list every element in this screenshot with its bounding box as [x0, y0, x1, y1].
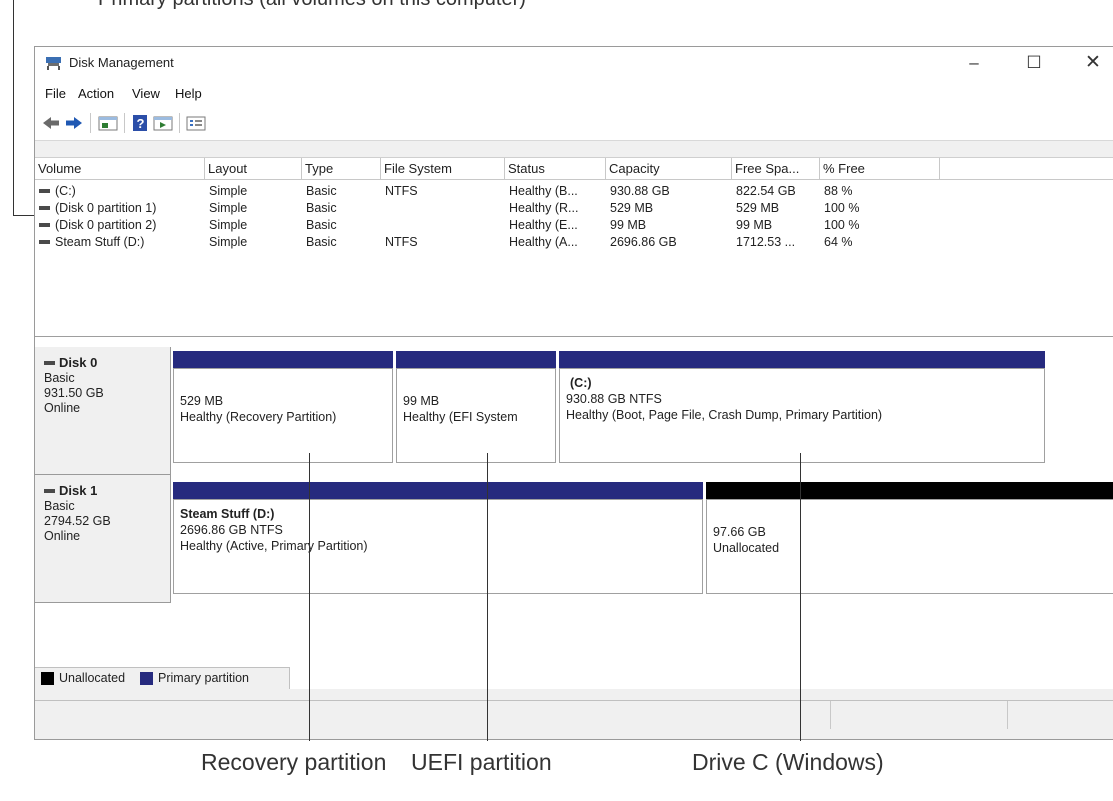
toolbar-separator: [179, 113, 180, 133]
status-divider: [830, 701, 831, 729]
free-space-cell: 822.54 GB: [736, 184, 796, 198]
top-callout-line: [13, 0, 14, 216]
column-header-capacity[interactable]: Capacity: [606, 158, 732, 180]
status-cell: Healthy (A...: [509, 235, 578, 249]
partition-bar: [173, 351, 393, 368]
type-cell: Basic: [306, 201, 337, 215]
status-cell: Healthy (R...: [509, 201, 579, 215]
legend-swatch-primary: [140, 672, 153, 685]
top-callout-line-h: [13, 215, 35, 216]
percent-free-cell: 64 %: [824, 235, 853, 249]
layout-cell: Simple: [209, 184, 248, 198]
column-header-file-system[interactable]: File System: [381, 158, 505, 180]
partition-bar: [396, 351, 556, 368]
svg-text:?: ?: [137, 116, 145, 131]
volume-cell[interactable]: (Disk 0 partition 2): [39, 218, 156, 232]
volume-icon: [39, 222, 50, 227]
legend-label-unallocated: Unallocated: [59, 671, 126, 685]
column-header-layout[interactable]: Layout: [205, 158, 302, 180]
forward-arrow-icon[interactable]: [64, 114, 84, 132]
drive-c-callout-line: [800, 453, 801, 741]
c-drive-partition[interactable]: (C:) 930.88 GB NTFS Healthy (Boot, Page …: [559, 368, 1045, 463]
close-button[interactable]: ✕: [1071, 49, 1113, 77]
menu-action[interactable]: Action: [78, 86, 114, 101]
toolbar-separator: [90, 113, 91, 133]
percent-free-cell: 100 %: [824, 201, 860, 215]
volume-cell[interactable]: (C:): [39, 184, 76, 198]
status-cell: Healthy (B...: [509, 184, 578, 198]
maximize-button[interactable]: ☐: [1012, 49, 1056, 77]
partition-bar: [559, 351, 1045, 368]
type-cell: Basic: [306, 235, 337, 249]
back-arrow-icon[interactable]: [41, 114, 61, 132]
recovery-partition[interactable]: 529 MB Healthy (Recovery Partition): [173, 368, 393, 463]
volume-cell[interactable]: Steam Stuff (D:): [39, 235, 144, 249]
title-bar: Disk Management – ☐ ✕: [35, 47, 1113, 81]
disk-management-icon: [46, 57, 61, 70]
efi-system-partition[interactable]: 99 MB Healthy (EFI System: [396, 368, 556, 463]
percent-free-cell: 88 %: [824, 184, 853, 198]
disk-1-info[interactable]: Disk 1 Basic 2794.52 GB Online: [35, 475, 171, 603]
capacity-cell: 930.88 GB: [610, 184, 670, 198]
toolbar: ?: [35, 107, 1113, 141]
partition-bar: [173, 482, 703, 499]
legend-swatch-unallocated: [41, 672, 54, 685]
column-header-volume[interactable]: Volume: [35, 158, 205, 180]
drive-c-callout: Drive C (Windows): [692, 749, 884, 775]
menu-view[interactable]: View: [132, 86, 160, 101]
file-system-cell: NTFS: [385, 184, 418, 198]
top-callout-label: Primary partitions (all volumes on this …: [98, 0, 526, 11]
column-header-type[interactable]: Type: [302, 158, 381, 180]
properties-icon[interactable]: [153, 114, 173, 132]
help-icon[interactable]: ?: [132, 114, 148, 132]
status-bar: [35, 700, 1113, 729]
disk-0-info[interactable]: Disk 0 Basic 931.50 GB Online: [35, 347, 171, 475]
volume-icon: [39, 188, 50, 193]
column-header-status[interactable]: Status: [505, 158, 606, 180]
list-view-icon[interactable]: [186, 114, 206, 132]
column-header-percent-free[interactable]: % Free: [820, 158, 940, 180]
column-header-empty: [940, 158, 1113, 180]
window-title: Disk Management: [69, 55, 174, 70]
status-cell: Healthy (E...: [509, 218, 578, 232]
uefi-callout-line: [487, 453, 488, 741]
free-space-cell: 529 MB: [736, 201, 780, 215]
status-divider: [1007, 701, 1008, 729]
type-cell: Basic: [306, 184, 337, 198]
type-cell: Basic: [306, 218, 337, 232]
recovery-callout-line: [309, 453, 310, 741]
free-space-cell: 1712.53 ...: [736, 235, 796, 249]
volume-icon: [39, 239, 50, 244]
legend-label-primary: Primary partition: [158, 671, 249, 685]
console-tree-icon[interactable]: [98, 114, 118, 132]
capacity-cell: 99 MB: [610, 218, 647, 232]
volume-cell[interactable]: (Disk 0 partition 1): [39, 201, 156, 215]
capacity-cell: 2696.86 GB: [610, 235, 677, 249]
percent-free-cell: 100 %: [824, 218, 860, 232]
unallocated-bar: [706, 482, 1113, 499]
disk-icon: [44, 360, 55, 365]
menu-bar: File Action View Help: [35, 81, 1113, 107]
volume-icon: [39, 205, 50, 210]
steam-stuff-partition[interactable]: Steam Stuff (D:) 2696.86 GB NTFS Healthy…: [173, 499, 703, 594]
layout-cell: Simple: [209, 218, 248, 232]
file-system-cell: NTFS: [385, 235, 418, 249]
volume-list: Volume Layout Type File System Status Ca…: [35, 157, 1113, 337]
minimize-button[interactable]: –: [952, 49, 996, 77]
disk-icon: [44, 488, 55, 493]
disk-management-window: Disk Management – ☐ ✕ File Action View H…: [34, 46, 1113, 740]
menu-file[interactable]: File: [45, 86, 66, 101]
disk-graphical-view: Disk 0 Basic 931.50 GB Online 529 MB Hea…: [35, 337, 1113, 689]
menu-help[interactable]: Help: [175, 86, 202, 101]
uefi-partition-callout: UEFI partition: [411, 749, 552, 775]
toolbar-separator: [124, 113, 125, 133]
capacity-cell: 529 MB: [610, 201, 654, 215]
layout-cell: Simple: [209, 201, 248, 215]
layout-cell: Simple: [209, 235, 248, 249]
column-header-free-space[interactable]: Free Spa...: [732, 158, 820, 180]
recovery-partition-callout: Recovery partition: [201, 749, 387, 775]
legend: Unallocated Primary partition: [35, 667, 290, 689]
unallocated-space[interactable]: 97.66 GB Unallocated: [706, 499, 1113, 594]
free-space-cell: 99 MB: [736, 218, 773, 232]
